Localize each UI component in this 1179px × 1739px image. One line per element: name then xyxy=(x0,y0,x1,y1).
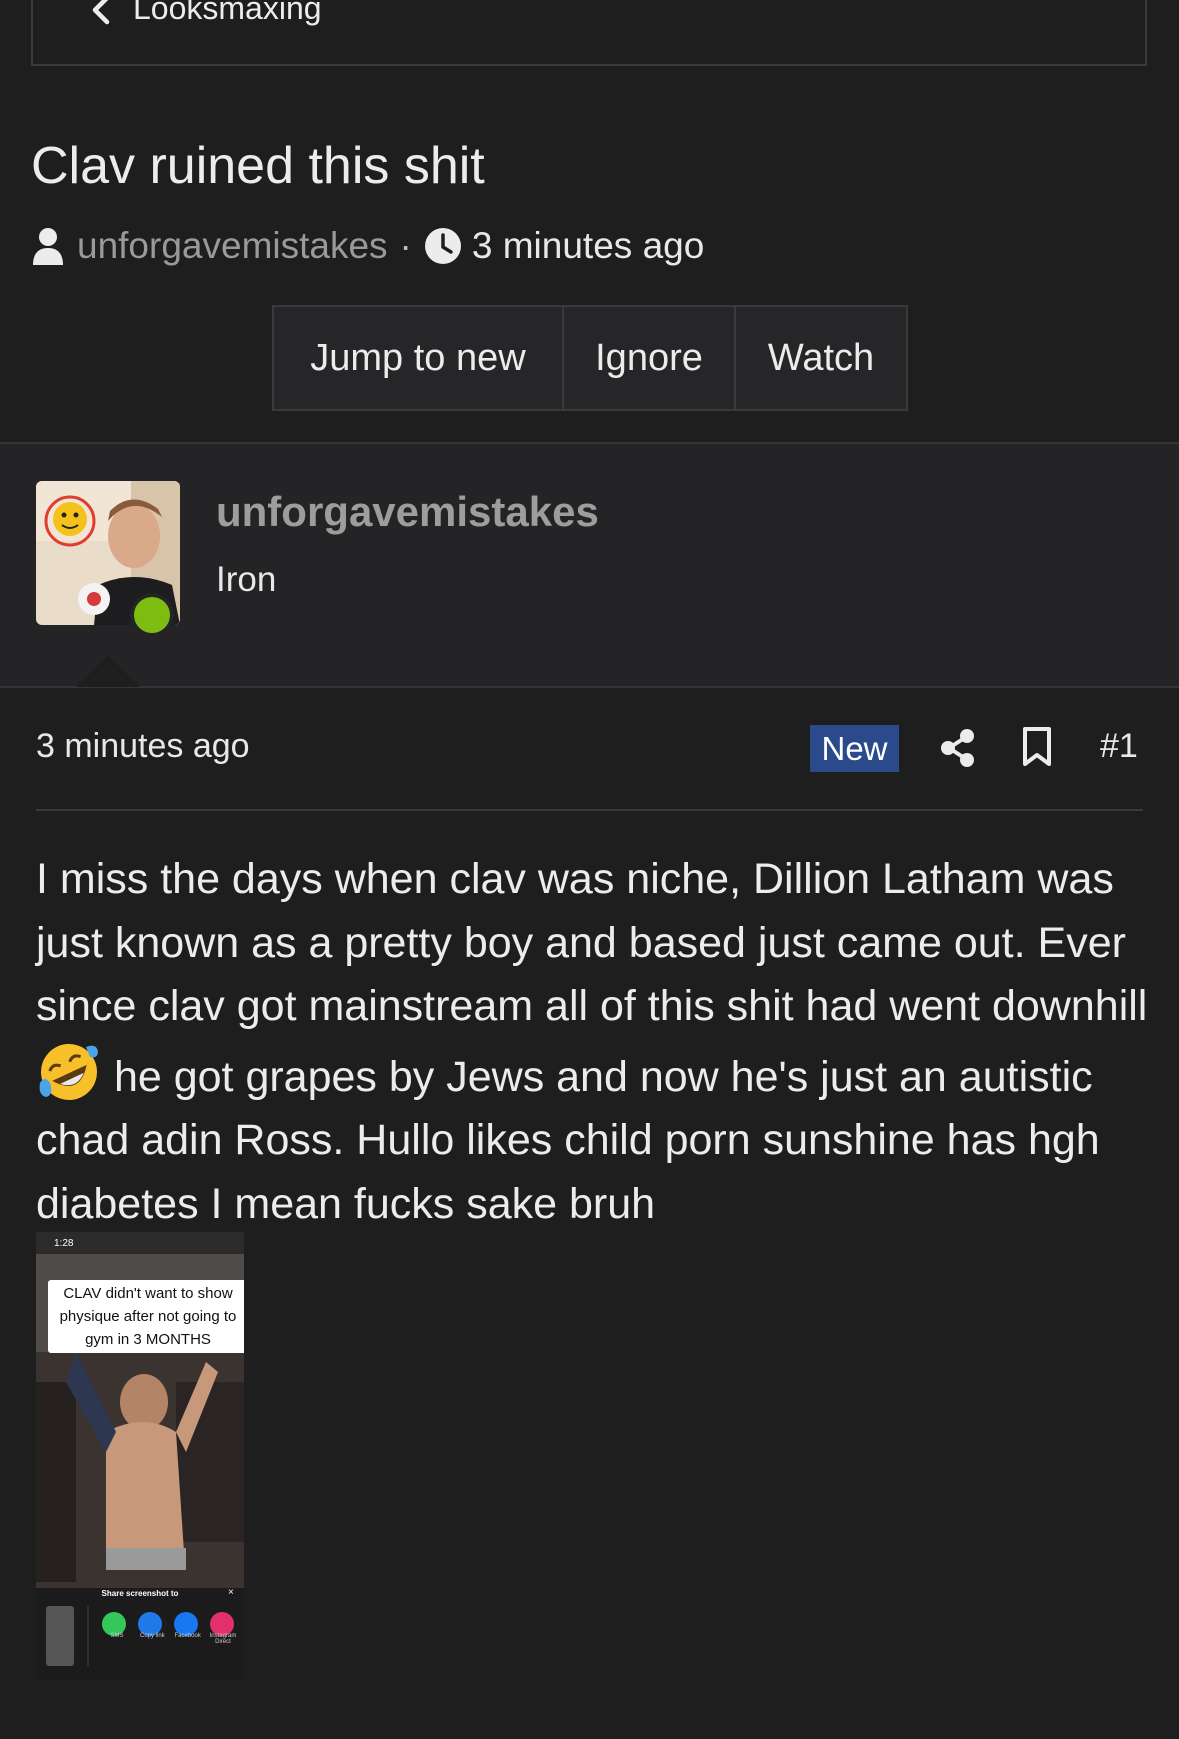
breadcrumb[interactable]: Looksmaxing xyxy=(31,0,1147,66)
online-status-indicator xyxy=(130,593,174,637)
thread-title: Clav ruined this shit xyxy=(31,137,485,195)
chevron-left-icon[interactable] xyxy=(81,0,121,30)
post-number-link[interactable]: #1 xyxy=(1100,727,1138,766)
share-target-label: Copy link xyxy=(139,1633,165,1639)
post-body: I miss the days when clav was niche, Dil… xyxy=(36,848,1151,1236)
watch-button[interactable]: Watch xyxy=(734,307,906,409)
attachment-status-time: 1:28 xyxy=(54,1238,74,1249)
post-time[interactable]: 3 minutes ago xyxy=(36,727,250,766)
attachment-share-title: Share screenshot to xyxy=(101,1589,179,1598)
new-badge: New xyxy=(810,725,899,772)
thread-meta: unforgavemistakes · 3 minutes ago xyxy=(31,222,704,270)
post-username[interactable]: unforgavemistakes xyxy=(216,488,599,536)
user-icon xyxy=(33,228,63,265)
share-icon[interactable] xyxy=(938,728,978,768)
share-target-label: SMS xyxy=(110,1633,124,1639)
attachment-share-targets: SMS Copy link Facebook Instagram Direct xyxy=(100,1633,240,1645)
thread-actions: Jump to new Ignore Watch xyxy=(272,305,908,411)
divider xyxy=(0,686,1179,688)
share-target-label: Facebook xyxy=(174,1633,201,1639)
ignore-button[interactable]: Ignore xyxy=(562,307,734,409)
bookmark-icon[interactable] xyxy=(1020,726,1054,768)
share-target-label: Instagram Direct xyxy=(209,1633,237,1645)
thread-author-link[interactable]: unforgavemistakes xyxy=(77,225,388,267)
meta-separator: · xyxy=(399,225,412,266)
breadcrumb-label[interactable]: Looksmaxing xyxy=(133,0,322,27)
divider xyxy=(36,809,1143,811)
thread-time[interactable]: 3 minutes ago xyxy=(472,225,704,267)
post-attachment-thumbnail[interactable]: 1:28 CLAV didn't want to show physique a… xyxy=(36,1232,244,1680)
post-text-continued: he got grapes by Jews and now he's just … xyxy=(36,1052,1100,1228)
attachment-close-glyph: × xyxy=(228,1587,234,1598)
rolling-on-floor-laughing-emoji-icon xyxy=(39,1043,98,1100)
user-rank: Iron xyxy=(216,560,277,599)
post-text: I miss the days when clav was niche, Dil… xyxy=(36,855,1148,1030)
jump-to-new-button[interactable]: Jump to new xyxy=(274,307,562,409)
user-panel-pointer xyxy=(76,655,140,687)
attachment-caption: CLAV didn't want to show physique after … xyxy=(48,1280,244,1353)
clock-icon xyxy=(424,228,461,264)
